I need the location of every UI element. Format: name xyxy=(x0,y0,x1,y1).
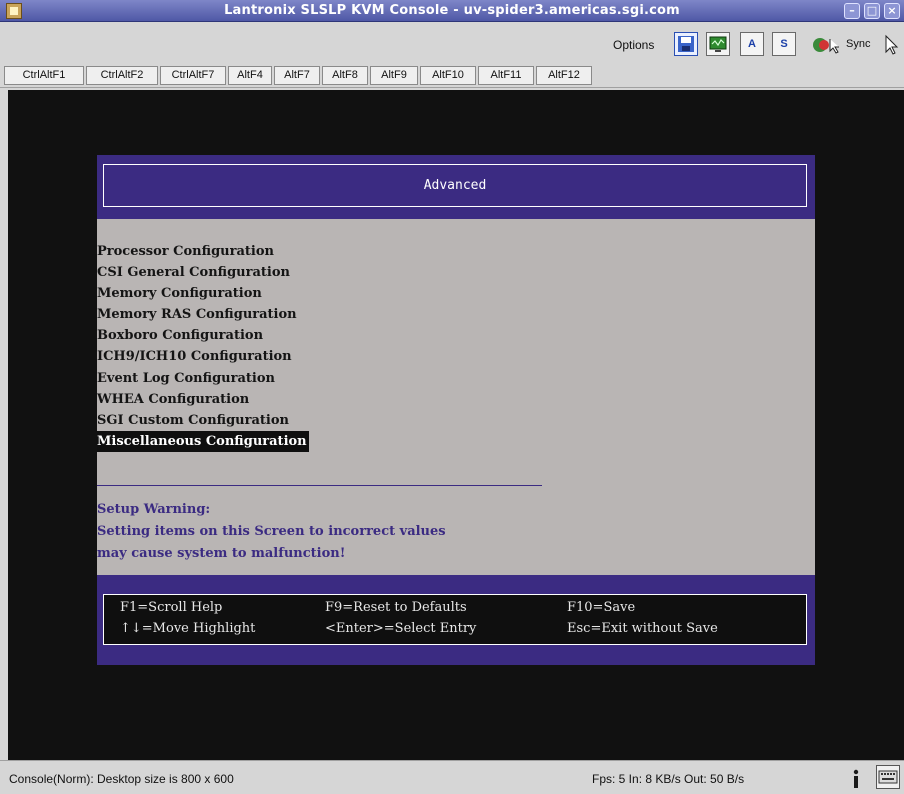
key-help-f10: F10=Save xyxy=(567,600,636,615)
hotkey-ctrl-alt-f2[interactable]: CtrlAltF2 xyxy=(86,66,158,85)
bios-header: Advanced xyxy=(97,155,815,219)
menu-item-miscellaneous[interactable]: Miscellaneous Configuration xyxy=(97,430,309,452)
key-help-f9: F9=Reset to Defaults xyxy=(325,600,467,615)
menu-item-ich[interactable]: ICH9/ICH10 Configuration xyxy=(97,346,294,367)
hotkey-alt-f12[interactable]: AltF12 xyxy=(536,66,592,85)
menu-item-processor[interactable]: Processor Configuration xyxy=(97,241,276,262)
hotkey-alt-f9[interactable]: AltF9 xyxy=(370,66,418,85)
options-label[interactable]: Options xyxy=(613,38,654,52)
scale-icon: S xyxy=(780,38,788,50)
key-help-esc: Esc=Exit without Save xyxy=(567,621,718,636)
keyboard-icon[interactable] xyxy=(876,765,900,789)
scale-button[interactable]: S xyxy=(772,32,796,56)
sync-label[interactable]: Sync xyxy=(846,38,870,50)
remote-console-view[interactable]: Advanced Processor Configuration CSI Gen… xyxy=(8,90,904,760)
warning-divider xyxy=(97,485,542,486)
key-help-enter: <Enter>=Select Entry xyxy=(325,621,477,636)
toolbar: Options A S Sync xyxy=(0,22,904,62)
auto-adjust-button[interactable]: A xyxy=(740,32,764,56)
menu-item-whea[interactable]: WHEA Configuration xyxy=(97,389,251,410)
menu-item-memory[interactable]: Memory Configuration xyxy=(97,283,264,304)
menu-item-sgi-custom[interactable]: SGI Custom Configuration xyxy=(97,410,291,431)
save-button[interactable] xyxy=(674,32,698,56)
hotkey-alt-f7[interactable]: AltF7 xyxy=(274,66,320,85)
key-help-panel: F1=Scroll Help ↑↓=Move Highlight F9=Rese… xyxy=(103,594,807,645)
warning-line-2: may cause system to malfunction! xyxy=(97,546,346,561)
bios-footer: F1=Scroll Help ↑↓=Move Highlight F9=Rese… xyxy=(97,575,815,665)
warning-title: Setup Warning: xyxy=(97,502,211,517)
status-desktop-size: Console(Norm): Desktop size is 800 x 600 xyxy=(9,772,234,786)
hotkey-alt-f10[interactable]: AltF10 xyxy=(420,66,476,85)
sync-icon[interactable] xyxy=(812,36,846,56)
hotkey-bar: CtrlAltF1 CtrlAltF2 CtrlAltF7 AltF4 AltF… xyxy=(0,62,904,88)
menu-item-memory-ras[interactable]: Memory RAS Configuration xyxy=(97,304,299,325)
monitor-button[interactable] xyxy=(706,32,730,56)
key-help-f1: F1=Scroll Help xyxy=(120,600,223,615)
save-icon xyxy=(678,36,694,52)
window-titlebar[interactable]: Lantronix SLSLP KVM Console - uv-spider3… xyxy=(0,0,904,22)
menu-item-boxboro[interactable]: Boxboro Configuration xyxy=(97,325,265,346)
hotkey-ctrl-alt-f7[interactable]: CtrlAltF7 xyxy=(160,66,226,85)
window-title: Lantronix SLSLP KVM Console - uv-spider3… xyxy=(224,3,680,18)
warning-line-1: Setting items on this Screen to incorrec… xyxy=(97,524,446,539)
hotkey-alt-f4[interactable]: AltF4 xyxy=(228,66,272,85)
menu-item-event-log[interactable]: Event Log Configuration xyxy=(97,368,277,389)
status-throughput: Fps: 5 In: 8 KB/s Out: 50 B/s xyxy=(592,772,745,786)
pointer-icon[interactable] xyxy=(882,34,902,56)
close-button[interactable]: × xyxy=(884,3,900,19)
hotkey-alt-f8[interactable]: AltF8 xyxy=(322,66,368,85)
menu-item-csi-general[interactable]: CSI General Configuration xyxy=(97,262,292,283)
monitor-icon xyxy=(709,36,727,52)
key-help-move: ↑↓=Move Highlight xyxy=(120,621,256,636)
bios-page-title: Advanced xyxy=(103,164,807,207)
bios-menu: Processor Configuration CSI General Conf… xyxy=(97,241,697,452)
minimize-button[interactable]: – xyxy=(844,3,860,19)
hotkey-ctrl-alt-f1[interactable]: CtrlAltF1 xyxy=(4,66,84,85)
bios-setup-screen: Advanced Processor Configuration CSI Gen… xyxy=(97,155,815,665)
hotkey-alt-f11[interactable]: AltF11 xyxy=(478,66,534,85)
auto-adjust-icon: A xyxy=(748,38,756,50)
maximize-button[interactable]: □ xyxy=(864,3,880,19)
status-bar: Console(Norm): Desktop size is 800 x 600… xyxy=(0,760,904,794)
info-icon[interactable] xyxy=(852,769,860,789)
setup-warning: Setup Warning: Setting items on this Scr… xyxy=(97,499,446,565)
